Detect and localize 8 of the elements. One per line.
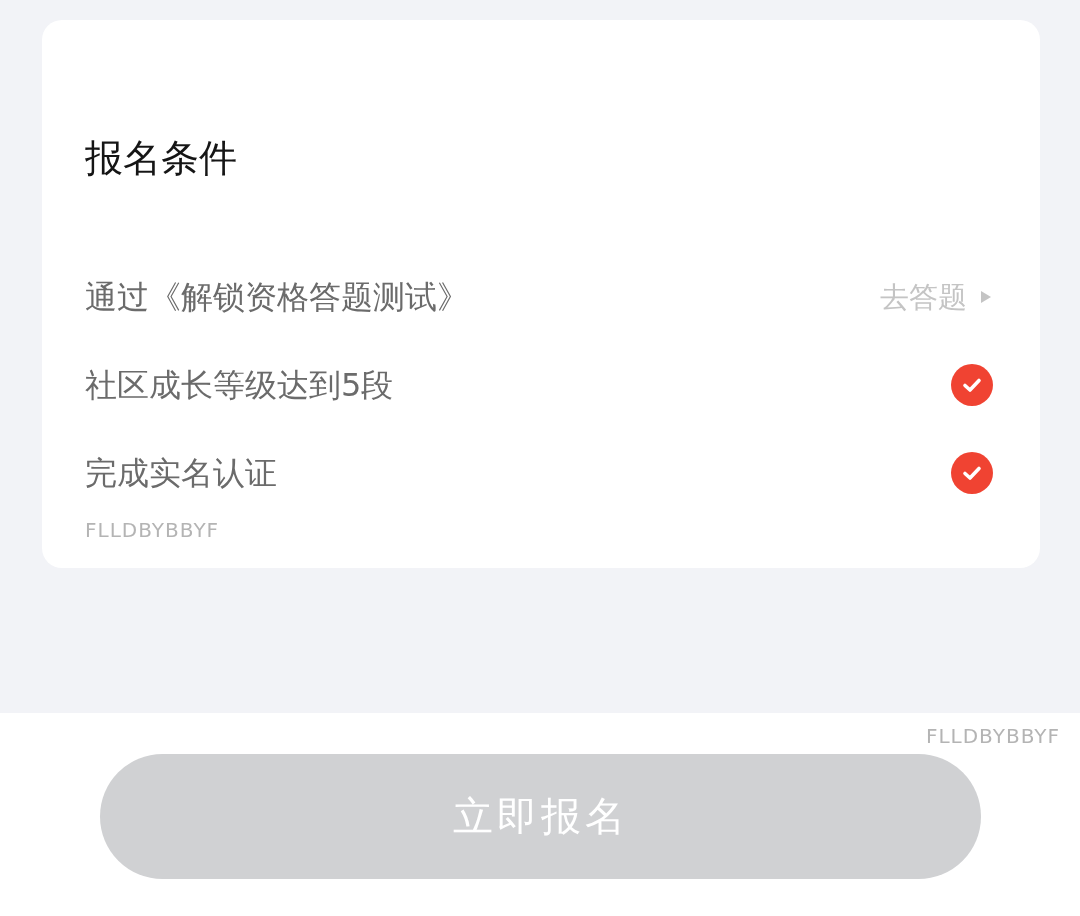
watermark-text: FLLDBYBBYF xyxy=(925,724,1060,748)
watermark-text: FLLDBYBBYF xyxy=(85,518,220,542)
section-title: 报名条件 xyxy=(85,135,237,181)
quiz-link[interactable]: 去答题 xyxy=(880,279,991,315)
condition-text: 社区成长等级达到5段 xyxy=(85,365,394,405)
condition-text: 完成实名认证 xyxy=(85,453,277,493)
caret-icon xyxy=(981,291,991,303)
condition-text: 通过《解锁资格答题测试》 xyxy=(85,277,469,317)
